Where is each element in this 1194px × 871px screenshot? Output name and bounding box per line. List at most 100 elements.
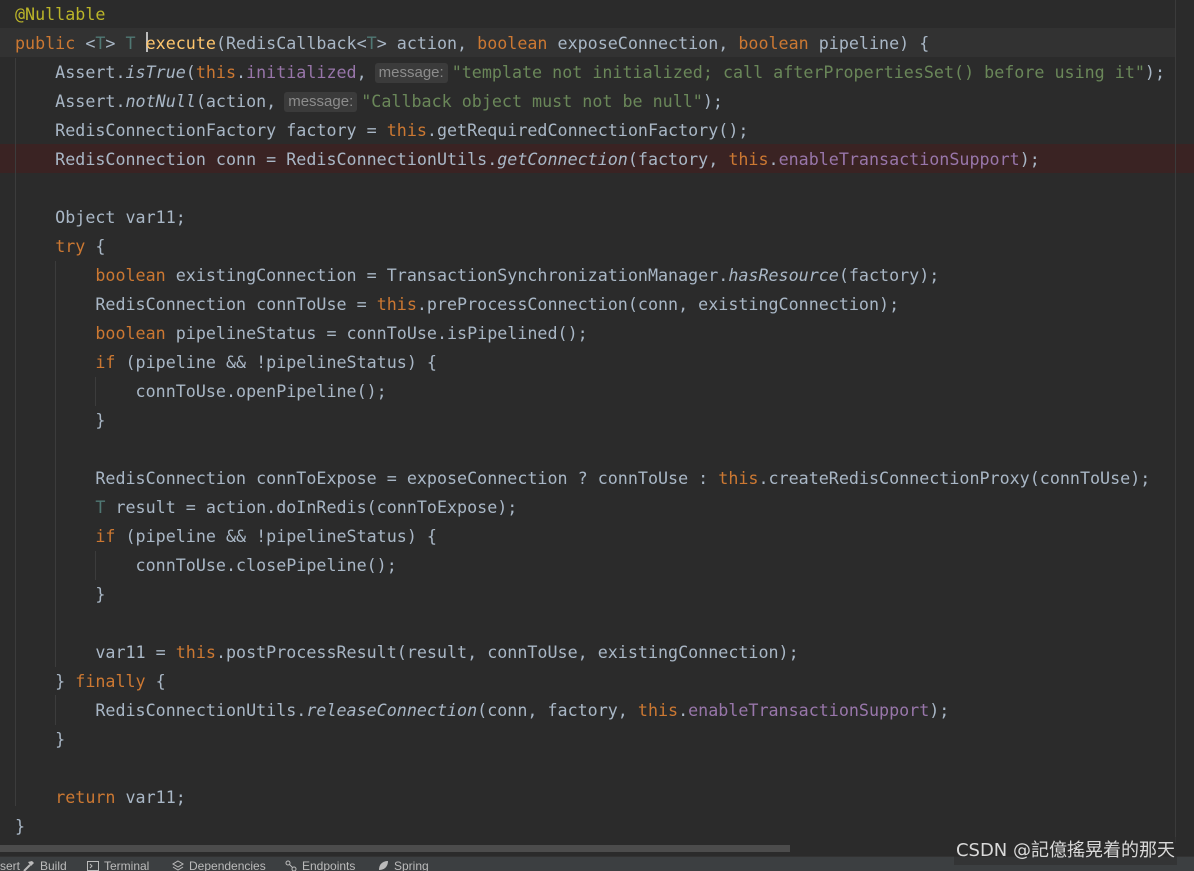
code-token: this	[195, 62, 237, 82]
parameter-hint: message:	[284, 92, 358, 112]
code-line[interactable]: connToUse.closePipeline();	[15, 551, 1165, 580]
code-line[interactable]	[15, 609, 1165, 638]
code-token: finally	[75, 671, 146, 691]
code-token: this	[728, 149, 769, 169]
code-line[interactable]: RedisConnectionFactory factory = this.ge…	[15, 116, 1165, 145]
code-token: if	[95, 526, 116, 546]
code-line[interactable]: var11 = this.postProcessResult(result, c…	[15, 638, 1165, 667]
code-token: RedisConnectionUtils.	[15, 700, 307, 720]
code-line[interactable]: }	[15, 725, 1165, 754]
code-token: boolean	[95, 323, 166, 343]
code-token: (pipeline && !pipelineStatus) {	[115, 526, 437, 546]
code-line[interactable]: Assert.notNull(action, message: "Callback …	[15, 87, 1165, 116]
tool-window-terminal[interactable]: Terminal	[87, 859, 149, 871]
code-token: }	[15, 729, 66, 749]
code-token: getConnection	[497, 149, 628, 169]
code-line[interactable]: RedisConnection conn = RedisConnectionUt…	[15, 145, 1165, 174]
code-line[interactable]: if (pipeline && !pipelineStatus) {	[15, 522, 1165, 551]
endpoints-icon	[285, 860, 297, 871]
tool-window-build[interactable]: Build	[23, 859, 67, 871]
code-line[interactable]: RedisConnectionUtils.releaseConnection(c…	[15, 696, 1165, 725]
code-line[interactable]: RedisConnection connToUse = this.preProc…	[15, 290, 1165, 319]
code-token: > action,	[376, 33, 478, 53]
code-token: Assert.	[15, 91, 126, 111]
horizontal-scrollbar-thumb[interactable]	[0, 845, 790, 852]
code-token: enableTransactionSupport	[688, 700, 930, 720]
layers-icon	[172, 860, 184, 871]
code-line[interactable]: boolean existingConnection = Transaction…	[15, 261, 1165, 290]
tool-window-dependencies[interactable]: Dependencies	[172, 859, 266, 871]
code-line[interactable]: } finally {	[15, 667, 1165, 696]
code-line[interactable]: T result = action.doInRedis(connToExpose…	[15, 493, 1165, 522]
code-line[interactable]: boolean pipelineStatus = connToUse.isPip…	[15, 319, 1165, 348]
code-line[interactable]: @Nullable	[15, 0, 1165, 29]
hammer-icon	[23, 861, 34, 871]
tool-window-label: Terminal	[104, 859, 150, 871]
code-token: "Callback object must not be null"	[361, 91, 703, 111]
code-editor[interactable]: @Nullable public <T> T execute(RedisCallb…	[0, 0, 1194, 843]
code-token: .createRedisConnectionProxy(connToUse);	[758, 468, 1151, 488]
code-token: this	[376, 294, 417, 314]
code-line[interactable]: Object var11;	[15, 203, 1165, 232]
code-line[interactable]: try {	[15, 232, 1165, 261]
code-token: this	[637, 700, 679, 720]
code-token: T	[366, 33, 377, 53]
code-line[interactable]: connToUse.openPipeline();	[15, 377, 1165, 406]
code-token: releaseConnection	[306, 700, 478, 720]
code-token: T	[125, 33, 146, 53]
code-token: var11;	[115, 787, 186, 807]
tool-window-label: ssert	[0, 859, 21, 871]
code-token: (pipeline && !pipelineStatus) {	[115, 352, 437, 372]
tool-window-label: Endpoints	[302, 859, 356, 871]
code-area[interactable]: @Nullable public <T> T execute(RedisCallb…	[15, 0, 1165, 841]
watermark: CSDN @記億搖晃着的那天	[953, 837, 1177, 865]
code-line[interactable]: return var11;	[15, 783, 1165, 812]
code-token: connToUse.openPipeline();	[15, 381, 387, 401]
code-token: }	[15, 410, 106, 430]
code-line[interactable]: if (pipeline && !pipelineStatus) {	[15, 348, 1165, 377]
code-line[interactable]: }	[15, 406, 1165, 435]
code-token: }	[15, 816, 26, 836]
code-token: T	[95, 497, 106, 517]
code-token: (factory,	[627, 149, 729, 169]
code-token: .getRequiredConnectionFactory();	[426, 120, 749, 140]
code-token: }	[15, 671, 76, 691]
tool-window-spring[interactable]: Spring	[377, 859, 429, 871]
code-token: exposeConnection,	[557, 33, 739, 53]
code-line[interactable]	[15, 435, 1165, 464]
spring-leaf-icon	[379, 861, 388, 870]
code-line[interactable]: RedisConnection connToExpose = exposeCon…	[15, 464, 1165, 493]
code-token: <	[85, 33, 96, 53]
code-token: }	[15, 584, 106, 604]
code-line[interactable]: Assert.isTrue(this.initialized, message: "…	[15, 58, 1165, 87]
code-token: .	[768, 149, 779, 169]
code-line[interactable]: }	[15, 580, 1165, 609]
code-token: result = action.doInRedis(connToExpose);	[105, 497, 518, 517]
code-line[interactable]	[15, 754, 1165, 783]
right-margin-guide	[1175, 0, 1176, 843]
parameter-hint: message:	[374, 63, 448, 83]
code-token: RedisConnection conn = RedisConnectionUt…	[15, 149, 498, 169]
code-line[interactable]	[15, 174, 1165, 203]
tool-window-endpoints[interactable]: Endpoints	[285, 859, 355, 871]
code-token: pipelineStatus = connToUse.isPipelined()…	[165, 323, 588, 343]
tool-window-label: Spring	[394, 859, 429, 871]
code-token: );	[702, 91, 723, 111]
code-token: RedisConnection connToUse =	[15, 294, 377, 314]
code-token: {	[85, 236, 106, 256]
code-token: );	[1019, 149, 1040, 169]
code-token: .postProcessResult(result, connToUse, ex…	[215, 642, 799, 662]
code-token: );	[929, 700, 950, 720]
tool-window-structure[interactable]: ssert	[0, 859, 20, 871]
code-token: (RedisCallback<	[215, 33, 367, 53]
code-line[interactable]: public <T> T execute(RedisCallback<T> ac…	[15, 29, 1165, 58]
code-token: .preProcessConnection(conn, existingConn…	[416, 294, 900, 314]
code-token: Object var11;	[15, 207, 186, 227]
code-token: isTrue	[125, 62, 186, 82]
code-token: boolean	[95, 265, 166, 285]
